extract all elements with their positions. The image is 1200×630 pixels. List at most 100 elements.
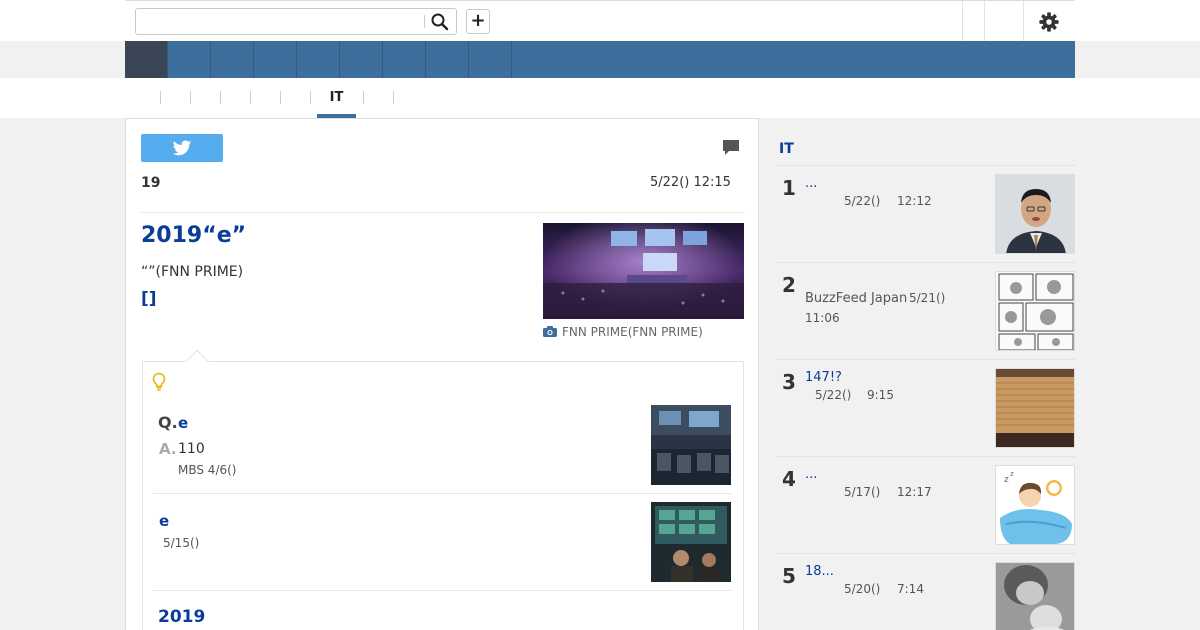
nav-item[interactable] — [211, 41, 254, 78]
header-divider — [1023, 1, 1024, 41]
article-link[interactable]: [] — [141, 289, 157, 309]
nav-item[interactable] — [426, 41, 469, 78]
camera-icon — [543, 326, 557, 337]
esports-event-image — [651, 502, 731, 582]
esports-arena-image — [543, 223, 744, 319]
article-source: “”(FNN PRIME) — [141, 264, 244, 280]
nav-item[interactable] — [340, 41, 383, 78]
divider — [153, 590, 732, 591]
photo-caption: FNN PRIME(FNN PRIME) — [543, 325, 703, 339]
related-article-meta: 5/15() — [163, 536, 200, 550]
rank-date: 5/20() — [844, 582, 881, 596]
tab-separator — [280, 91, 281, 104]
rank-thumbnail[interactable] — [995, 562, 1075, 630]
header-divider — [962, 1, 963, 41]
related-article-title[interactable]: 2019 — [158, 607, 205, 627]
sliced-bread-image — [996, 369, 1074, 447]
rank-time: 9:15 — [867, 388, 894, 402]
tab-separator — [310, 91, 311, 104]
tab-separator — [190, 91, 191, 104]
nav-item[interactable] — [168, 41, 211, 78]
rank-number: 2 — [782, 273, 796, 297]
lightbulb-icon — [152, 372, 166, 391]
svg-text:z: z — [1010, 470, 1014, 478]
answer-label: A. — [159, 440, 177, 458]
rank-date: 5/22() — [815, 388, 852, 402]
rank-number: 4 — [782, 467, 796, 491]
tab-separator — [160, 91, 161, 104]
ranking-heading: IT — [779, 141, 794, 157]
article-headline[interactable]: 2019“e” — [141, 223, 246, 248]
qa-box: Q. e A. 110 MBS 4/6() e 5/15() 2019 — [142, 349, 744, 630]
top-bar-inner: + — [125, 0, 1075, 41]
ranking-item[interactable]: 1 ... 5/22() 12:12 — [777, 165, 1075, 262]
rank-date: 5/17() — [844, 485, 881, 499]
answer-meta: MBS 4/6() — [178, 463, 237, 477]
nav-item[interactable] — [254, 41, 297, 78]
rank-thumbnail[interactable] — [995, 174, 1075, 254]
ranking-item[interactable]: 4 ... 5/17() 12:17 z z — [777, 456, 1075, 553]
nav-item[interactable] — [297, 41, 340, 78]
caption-text: FNN PRIME(FNN PRIME) — [562, 325, 703, 339]
tab-separator — [393, 91, 394, 104]
search-input[interactable] — [136, 9, 424, 34]
parent-baby-photo — [996, 563, 1074, 630]
top-bar: + — [0, 0, 1200, 41]
article-date: 5/22() 12:15 — [650, 175, 731, 190]
add-button[interactable]: + — [466, 9, 490, 34]
rank-number: 5 — [782, 564, 796, 588]
manga-panel-image — [996, 272, 1074, 350]
divider — [153, 493, 732, 494]
answer-text: 110 — [178, 441, 205, 457]
article-photo[interactable] — [543, 223, 744, 319]
rank-title[interactable]: 147!? — [805, 370, 842, 385]
question-label: Q. — [158, 413, 178, 432]
comment-icon[interactable] — [722, 139, 740, 157]
search-icon[interactable] — [430, 12, 450, 32]
ranking-item[interactable]: 2 BuzzFeed Japan 5/21() 11:06 — [777, 262, 1075, 359]
sub-tabs: IT — [0, 78, 1200, 118]
question-text[interactable]: e — [178, 414, 188, 432]
rank-date: 5/22() — [844, 194, 881, 208]
rank-title[interactable]: ... — [805, 176, 817, 191]
qa-pointer — [185, 349, 209, 373]
article-panel: 19 5/22() 12:15 2019“e” “”(FNN PRIME) [] — [125, 118, 759, 630]
qa-thumbnail[interactable] — [651, 405, 731, 485]
rank-time: 7:14 — [897, 582, 924, 596]
tweet-button[interactable] — [141, 134, 223, 162]
nav-item-home[interactable] — [125, 41, 168, 78]
rank-title[interactable]: 18... — [805, 564, 834, 579]
rank-title[interactable]: BuzzFeed Japan — [805, 291, 907, 306]
ranking-sidebar: IT 1 ... 5/22() 12:12 2 BuzzFeed Japan 5… — [759, 118, 1075, 630]
rank-number: 1 — [782, 176, 796, 200]
rank-thumbnail[interactable] — [995, 368, 1075, 448]
rank-time: 11:06 — [805, 311, 840, 325]
ranking-item[interactable]: 3 147!? 5/22() 9:15 — [777, 359, 1075, 456]
sleeping-child-illustration: z z — [996, 466, 1074, 544]
search-separator — [424, 15, 425, 28]
svg-text:z: z — [1004, 475, 1009, 485]
rank-thumbnail[interactable]: z z — [995, 465, 1075, 545]
related-thumbnail[interactable] — [651, 502, 731, 582]
comment-count: 19 — [141, 175, 161, 191]
divider — [141, 212, 745, 213]
tab-separator — [363, 91, 364, 104]
twitter-bird-icon — [172, 140, 192, 156]
nav-item[interactable] — [383, 41, 426, 78]
portrait-man-image — [996, 175, 1074, 253]
tab-it[interactable]: IT — [317, 90, 356, 105]
rank-title[interactable]: ... — [805, 467, 817, 482]
tab-separator — [220, 91, 221, 104]
header-divider — [984, 1, 985, 41]
gaming-room-image — [651, 405, 731, 485]
rank-date: 5/21() — [909, 291, 946, 305]
gear-icon[interactable] — [1038, 11, 1060, 33]
search-box — [135, 8, 457, 35]
ranking-item[interactable]: 5 18... 5/20() 7:14 — [777, 553, 1075, 630]
rank-time: 12:12 — [897, 194, 932, 208]
rank-thumbnail[interactable] — [995, 271, 1075, 351]
related-article-title[interactable]: e — [159, 512, 169, 530]
tab-separator — [250, 91, 251, 104]
nav-item[interactable] — [469, 41, 512, 78]
category-nav — [125, 41, 1075, 78]
